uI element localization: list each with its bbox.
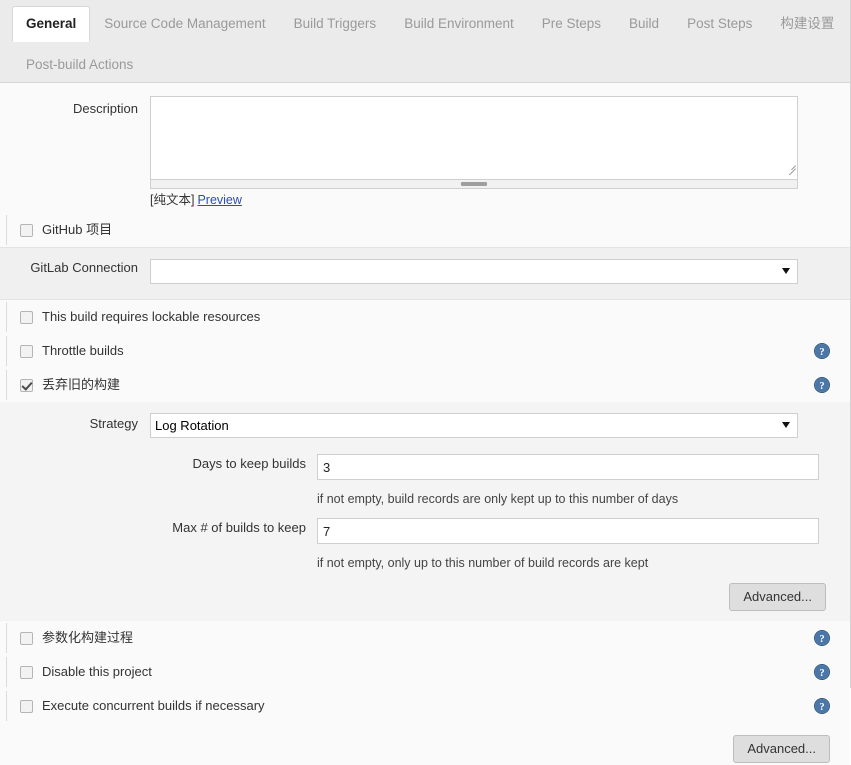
strategy-advanced-button[interactable]: Advanced... [729,583,826,611]
discard-old-builds-checkbox[interactable] [20,378,33,392]
tab-row-primary: General Source Code Management Build Tri… [0,0,850,42]
description-footer: [纯文本] Preview [150,189,818,208]
description-field: [纯文本] Preview [150,96,850,208]
gitlab-connection-row: GitLab Connection [0,254,850,289]
svg-text:?: ? [819,347,824,358]
tab-pre-steps[interactable]: Pre Steps [528,6,615,41]
config-tab-bar: General Source Code Management Build Tri… [0,0,850,83]
days-to-keep-field [317,454,819,480]
lockable-resources-label[interactable]: This build requires lockable resources [42,309,260,325]
concurrent-builds-checkbox[interactable] [20,699,33,713]
tab-general[interactable]: General [12,6,91,42]
throttle-builds-row: Throttle builds ? [0,334,850,368]
tab-build-triggers[interactable]: Build Triggers [280,6,391,41]
svg-text:?: ? [819,381,824,392]
github-project-checkbox[interactable] [20,223,33,237]
jenkins-job-config-page: General Source Code Management Build Tri… [0,0,851,765]
parameterized-build-row: 参数化构建过程 ? [0,621,850,655]
tab-build-settings[interactable]: 构建设置 [766,6,848,41]
tab-source-code-management[interactable]: Source Code Management [90,6,279,41]
description-label: Description [72,101,138,116]
days-to-keep-row: Days to keep builds [0,443,850,485]
footer-advanced-button[interactable]: Advanced... [733,735,830,763]
svg-text:?: ? [819,702,824,713]
strategy-select[interactable]: Log Rotation [150,413,798,438]
github-project-row: GitHub 项目 [0,213,850,247]
days-to-keep-input[interactable] [317,454,819,480]
throttle-builds-label[interactable]: Throttle builds [42,343,124,359]
gitlab-connection-block: GitLab Connection [0,247,850,300]
help-icon[interactable]: ? [814,698,830,714]
disable-project-label[interactable]: Disable this project [42,664,152,680]
disable-project-checkbox[interactable] [20,665,33,679]
tab-post-build-actions[interactable]: Post-build Actions [12,47,147,82]
concurrent-builds-row: Execute concurrent builds if necessary ? [0,689,850,723]
max-builds-to-keep-hint: if not empty, only up to this number of … [317,556,649,570]
description-row: Description [纯文本] Preview [0,83,850,213]
preview-link[interactable]: Preview [197,193,241,207]
gitlab-connection-select-wrapper [150,259,798,284]
tab-build-environment[interactable]: Build Environment [390,6,528,41]
max-builds-to-keep-field [317,518,819,544]
discard-old-builds-row: 丢弃旧的构建 ? [0,368,850,402]
description-input[interactable] [150,96,798,180]
help-icon[interactable]: ? [814,630,830,646]
svg-text:?: ? [819,634,824,645]
strategy-select-wrapper: Log Rotation [150,413,798,438]
config-form: Description [纯文本] Preview GitHub 项目 GitL… [0,83,850,765]
discard-strategy-block: Strategy Log Rotation Days to keep build… [0,402,850,621]
max-builds-to-keep-label: Max # of builds to keep [172,520,306,535]
description-horizontal-scrollbar[interactable] [150,180,798,189]
description-textarea-wrapper [150,96,798,180]
help-icon[interactable]: ? [814,664,830,680]
throttle-builds-checkbox[interactable] [20,344,33,358]
gitlab-connection-label: GitLab Connection [30,260,138,275]
discard-old-builds-label[interactable]: 丢弃旧的构建 [42,377,120,393]
days-to-keep-label: Days to keep builds [192,456,306,471]
help-icon[interactable]: ? [814,377,830,393]
tab-post-steps[interactable]: Post Steps [673,6,766,41]
scrollbar-thumb[interactable] [461,182,487,186]
svg-text:?: ? [819,668,824,679]
strategy-label: Strategy [89,416,138,431]
gitlab-connection-select[interactable] [150,259,798,284]
parameterized-build-checkbox[interactable] [20,631,33,645]
tab-row-secondary: Post-build Actions [0,41,850,82]
concurrent-builds-label[interactable]: Execute concurrent builds if necessary [42,698,265,714]
tab-build[interactable]: Build [615,6,673,41]
gitlab-connection-field [150,259,850,284]
lockable-resources-row: This build requires lockable resources [0,300,850,334]
footer-advanced-row: Advanced... [0,723,850,763]
strategy-advanced-row: Advanced... [0,573,850,611]
plaintext-note: [纯文本] [150,193,195,207]
days-to-keep-hint: if not empty, build records are only kep… [317,492,679,506]
disable-project-row: Disable this project ? [0,655,850,689]
strategy-row: Strategy Log Rotation [0,408,850,443]
lockable-resources-checkbox[interactable] [20,310,33,324]
github-project-label[interactable]: GitHub 项目 [42,222,112,238]
help-icon[interactable]: ? [814,343,830,359]
parameterized-build-label[interactable]: 参数化构建过程 [42,630,133,646]
strategy-field: Log Rotation [150,413,850,438]
max-builds-to-keep-row: Max # of builds to keep [0,509,850,549]
max-builds-to-keep-input[interactable] [317,518,819,544]
